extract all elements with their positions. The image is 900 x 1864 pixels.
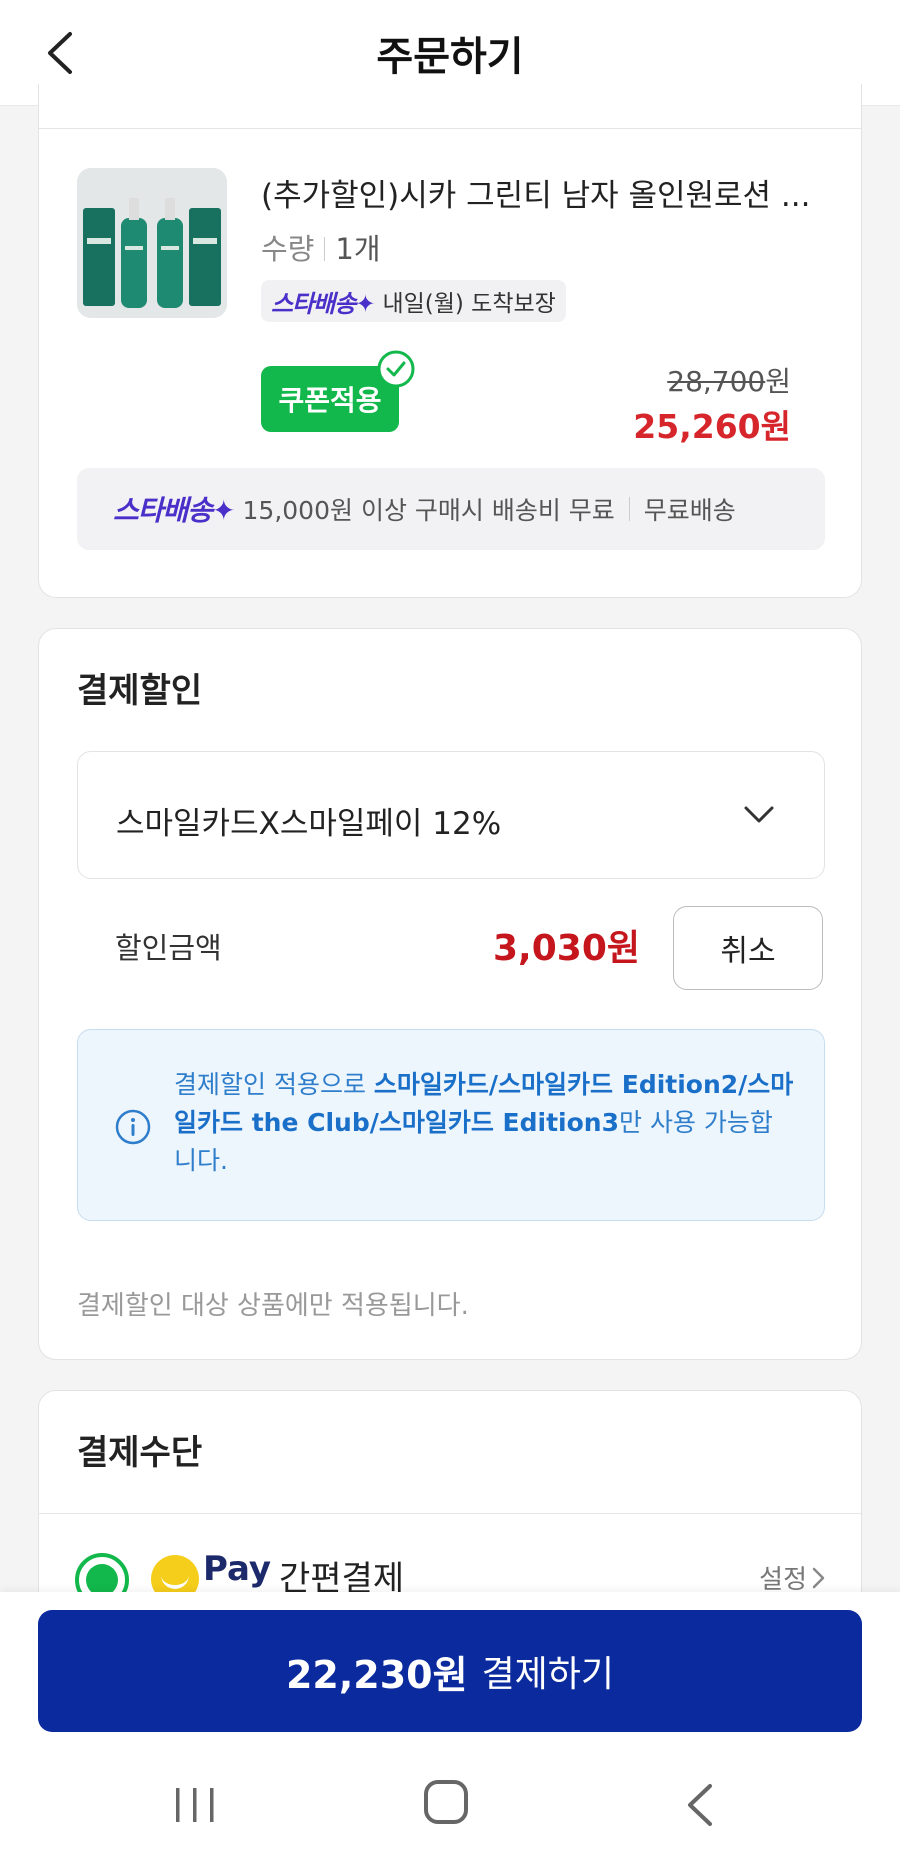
pay-logo-text: Pay [203, 1549, 272, 1589]
section-title: 결제할인 [77, 671, 203, 711]
pay-settings-link[interactable]: 설정 [759, 1559, 827, 1596]
recent-apps-icon[interactable] [170, 1784, 220, 1826]
checkout-label: 결제하기 [481, 1654, 615, 1695]
discount-option-select[interactable]: 스마일카드X스마일페이 12% [77, 751, 825, 879]
info-text: 결제할인 적용으로 스마일카드/스마일카드 Edition2/스마일카드 the… [174, 1066, 794, 1180]
sale-price: 25,260원 [633, 407, 791, 446]
quantity-value: 1개 [335, 232, 381, 266]
nav-back-icon[interactable] [680, 1782, 720, 1828]
cancel-discount-button[interactable]: 취소 [673, 906, 823, 990]
chevron-right-icon [812, 1567, 825, 1588]
selected-discount-option: 스마일카드X스마일페이 12% [116, 806, 502, 842]
free-shipping-condition: 15,000원 이상 구매시 배송비 무료 [242, 496, 615, 525]
discount-info-notice: 결제할인 적용으로 스마일카드/스마일카드 Edition2/스마일카드 the… [77, 1029, 825, 1221]
check-circle-icon [377, 350, 415, 388]
payment-discount-card: 결제할인 스마일카드X스마일페이 12% 할인금액 3,030원 취소 결제할인… [38, 628, 862, 1360]
discount-amount-label: 할인금액 [115, 931, 222, 965]
chevron-down-icon [744, 806, 774, 823]
product-name[interactable]: (추가할인)시카 그린티 남자 올인원로션 ... [261, 170, 831, 215]
original-price: 28,700원 [667, 360, 791, 400]
discount-amount-value: 3,030원 [493, 928, 640, 969]
bottom-checkout-bar: 22,230원 결제하기 [0, 1592, 900, 1864]
settings-label: 설정 [759, 1565, 807, 1595]
discount-note: 결제할인 대상 상품에만 적용됩니다. [77, 1291, 469, 1321]
original-price-unit: 원 [765, 365, 791, 398]
product-image-icon [77, 168, 227, 318]
divider [628, 497, 630, 521]
page-title: 주문하기 [376, 34, 524, 80]
total-amount: 22,230원 [285, 1652, 468, 1697]
shipping-info: 스타배송✦ 15,000원 이상 구매시 배송비 무료 무료배송 [77, 468, 825, 550]
checkout-button[interactable]: 22,230원 결제하기 [38, 1610, 862, 1732]
product-quantity: 수량 1개 [261, 226, 381, 268]
divider [324, 237, 326, 261]
product-thumbnail[interactable] [77, 168, 227, 318]
delivery-guarantee-text: 내일(월) 도착보장 [382, 291, 556, 317]
divider [39, 128, 861, 129]
home-icon[interactable] [424, 1780, 468, 1824]
info-icon [115, 1109, 151, 1145]
quantity-label: 수량 [261, 232, 315, 266]
original-price-value: 28,700 [667, 365, 766, 398]
info-prefix: 결제할인 적용으로 [174, 1070, 374, 1099]
shipping-fee: 무료배송 [643, 496, 736, 525]
divider [39, 1513, 861, 1514]
product-card: (추가할인)시카 그린티 남자 올인원로션 ... 수량 1개 스타배송✦ 내일(… [38, 84, 862, 598]
section-title: 결제수단 [77, 1433, 203, 1473]
star-delivery-logo: 스타배송✦ [271, 289, 375, 318]
star-delivery-logo: 스타배송✦ [113, 494, 236, 527]
delivery-badge: 스타배송✦ 내일(월) 도착보장 [261, 280, 566, 322]
